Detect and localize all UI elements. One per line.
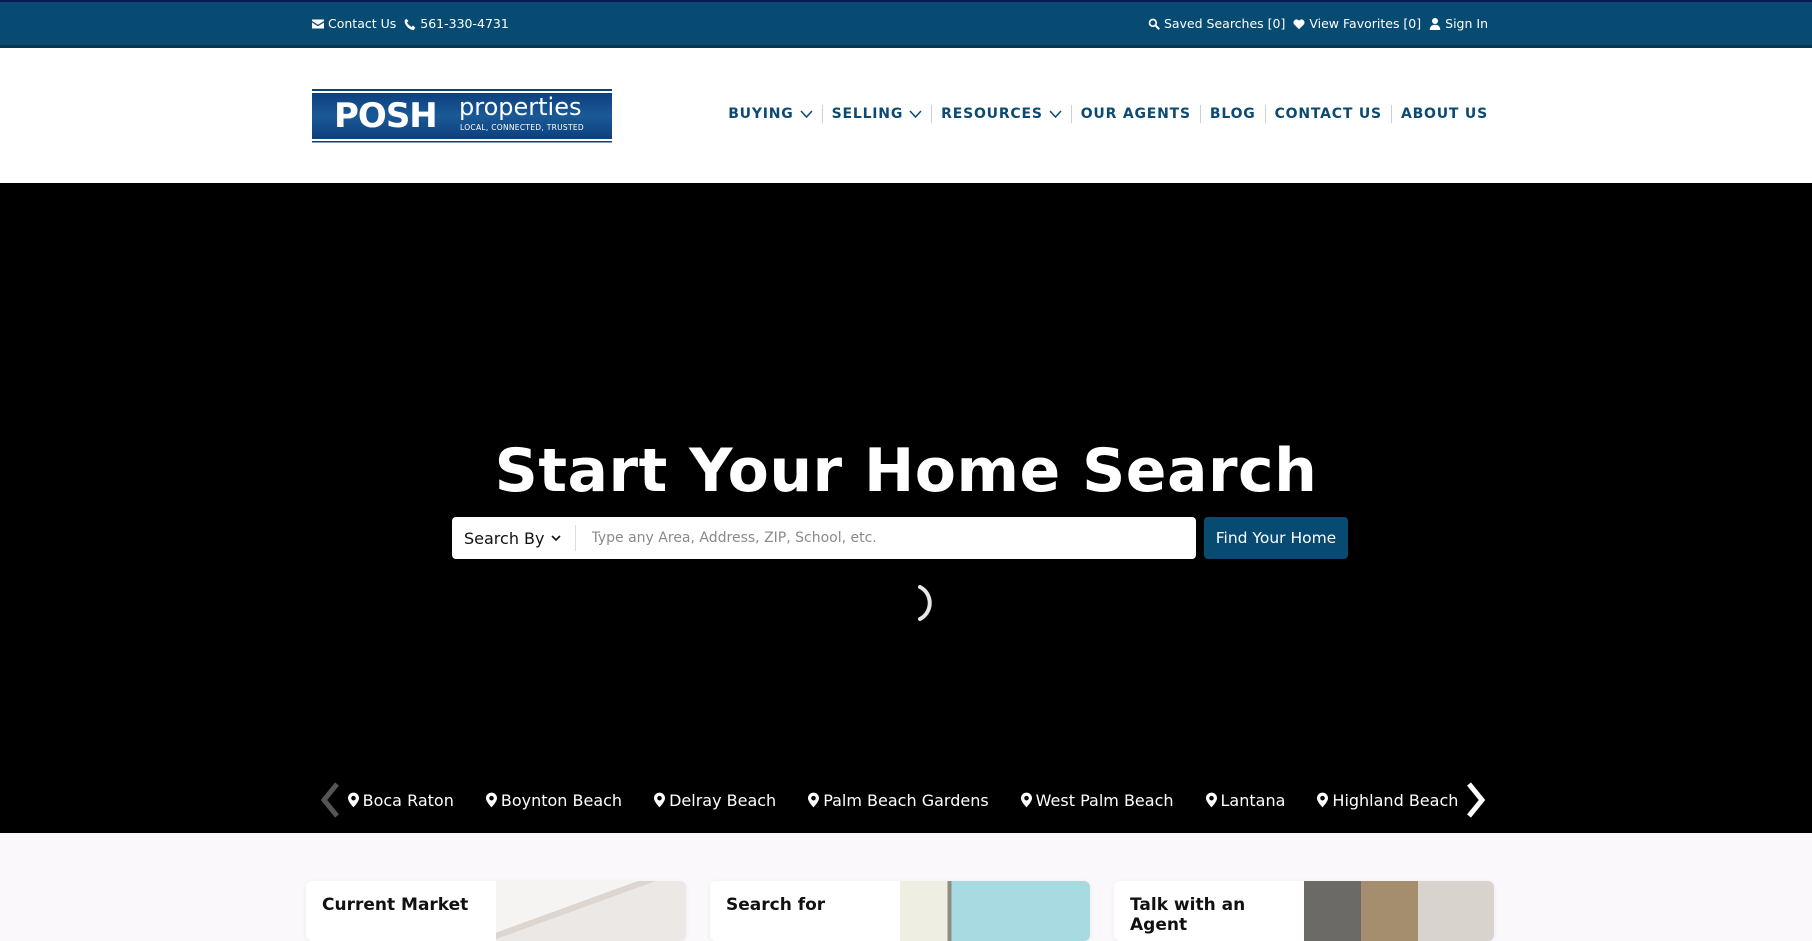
chevron-down-icon [1049,109,1062,118]
search-input[interactable] [575,518,1196,558]
posh-properties-logo[interactable]: POSH properties LOCAL, CONNECTED, TRUSTE… [312,87,612,145]
nav-label: CONTACT US [1274,106,1382,122]
map-marker-icon [1020,792,1032,808]
nav-label: OUR AGENTS [1080,106,1191,122]
nav-label: RESOURCES [941,106,1043,122]
nav-selling[interactable]: SELLING [823,106,932,122]
map-marker-icon [485,792,497,808]
city-label: West Palm Beach [1035,790,1174,810]
user-icon [1429,17,1441,30]
map-marker-icon [808,792,820,808]
top-bar: Contact Us 561-330-4731 Saved Searches [… [0,0,1812,48]
hero-title: Start Your Home Search [494,436,1318,506]
city-link[interactable]: Boynton Beach [485,790,623,810]
sign-in-label: Sign In [1445,16,1488,31]
carousel-prev-button[interactable] [312,777,348,823]
nav-resources[interactable]: RESOURCES [932,106,1071,122]
card-image-map [900,881,1090,941]
city-label: Boynton Beach [500,790,623,810]
card-image-house [496,881,686,941]
nav-blog[interactable]: BLOG [1201,106,1265,122]
site-header: POSH properties LOCAL, CONNECTED, TRUSTE… [0,48,1812,183]
logo-sub: properties [459,93,582,121]
city-list: Boca Raton Boynton Beach Delray Beach Palm … [347,790,1458,810]
card-title: Talk with an Agent [1130,895,1246,935]
map-marker-icon [1205,792,1217,808]
contact-us-link[interactable]: Contact Us [312,16,396,31]
contact-us-label: Contact Us [328,16,397,31]
nav-label: SELLING [831,106,904,122]
chevron-down-icon [909,109,922,118]
card-talk-with-agent[interactable]: Talk with an Agent [1114,881,1494,941]
nav-our-agents[interactable]: OUR AGENTS [1072,106,1200,122]
home-search-bar: Search By [452,517,1196,559]
phone-number: 561-330-4731 [420,16,509,31]
map-marker-icon [654,792,666,808]
chevron-left-icon [320,782,339,818]
loading-spinner-icon [918,585,932,621]
card-image-agent [1304,881,1494,941]
nav-about-us[interactable]: ABOUT US [1392,106,1488,122]
card-title: Search for [726,895,826,915]
view-favorites-link[interactable]: View Favorites [0] [1293,16,1421,31]
city-link[interactable]: West Palm Beach [1020,790,1174,810]
nav-label: BLOG [1209,106,1256,122]
nav-buying[interactable]: BUYING [719,106,821,122]
carousel-next-button[interactable] [1458,777,1494,823]
chevron-down-icon [550,534,561,541]
city-link[interactable]: Boca Raton [347,790,454,810]
search-by-label: Search By [464,528,545,548]
city-label: Boca Raton [362,790,454,810]
city-link[interactable]: Palm Beach Gardens [808,790,989,810]
hero-section: Start Your Home Search Search By Find Yo… [0,183,1812,833]
city-link[interactable]: Delray Beach [654,791,776,810]
main-nav: BUYING SELLING RESOURCES OUR AGENTS BLOG… [719,105,1488,123]
card-current-market[interactable]: Current Market [306,881,686,941]
nav-contact-us[interactable]: CONTACT US [1266,106,1391,122]
city-label: Lantana [1220,790,1286,810]
phone-icon [404,18,416,30]
map-marker-icon [1317,792,1329,808]
heart-icon [1293,18,1305,29]
map-marker-icon [347,792,359,808]
city-label: Palm Beach Gardens [823,790,989,810]
nav-label: ABOUT US [1400,106,1488,122]
find-your-home-button[interactable]: Find Your Home [1204,517,1348,559]
logo-tagline: LOCAL, CONNECTED, TRUSTED [460,123,584,132]
chevron-down-icon [800,109,813,118]
chevron-right-icon [1467,782,1486,818]
envelope-icon [312,19,324,28]
card-title: Current Market [322,895,469,915]
logo-brand: POSH [334,96,438,136]
nav-label: BUYING [728,106,794,122]
city-label: Delray Beach [669,790,777,810]
saved-searches-link[interactable]: Saved Searches [0] [1148,16,1285,31]
card-search-for[interactable]: Search for [710,881,1090,941]
city-label: Highland Beach [1332,790,1459,810]
feature-cards: Current Market Search for Talk with an A… [306,881,1496,941]
city-link[interactable]: Highland Beach [1317,791,1458,810]
view-favorites-label: View Favorites [0] [1309,16,1422,31]
search-icon [1148,18,1160,30]
city-link[interactable]: Lantana [1205,790,1286,810]
search-by-dropdown[interactable]: Search By [452,525,576,551]
city-carousel: Boca Raton Boynton Beach Delray Beach Palm … [312,777,1494,823]
phone-link[interactable]: 561-330-4731 [404,16,509,31]
sign-in-link[interactable]: Sign In [1429,16,1488,31]
saved-searches-label: Saved Searches [0] [1163,16,1286,31]
